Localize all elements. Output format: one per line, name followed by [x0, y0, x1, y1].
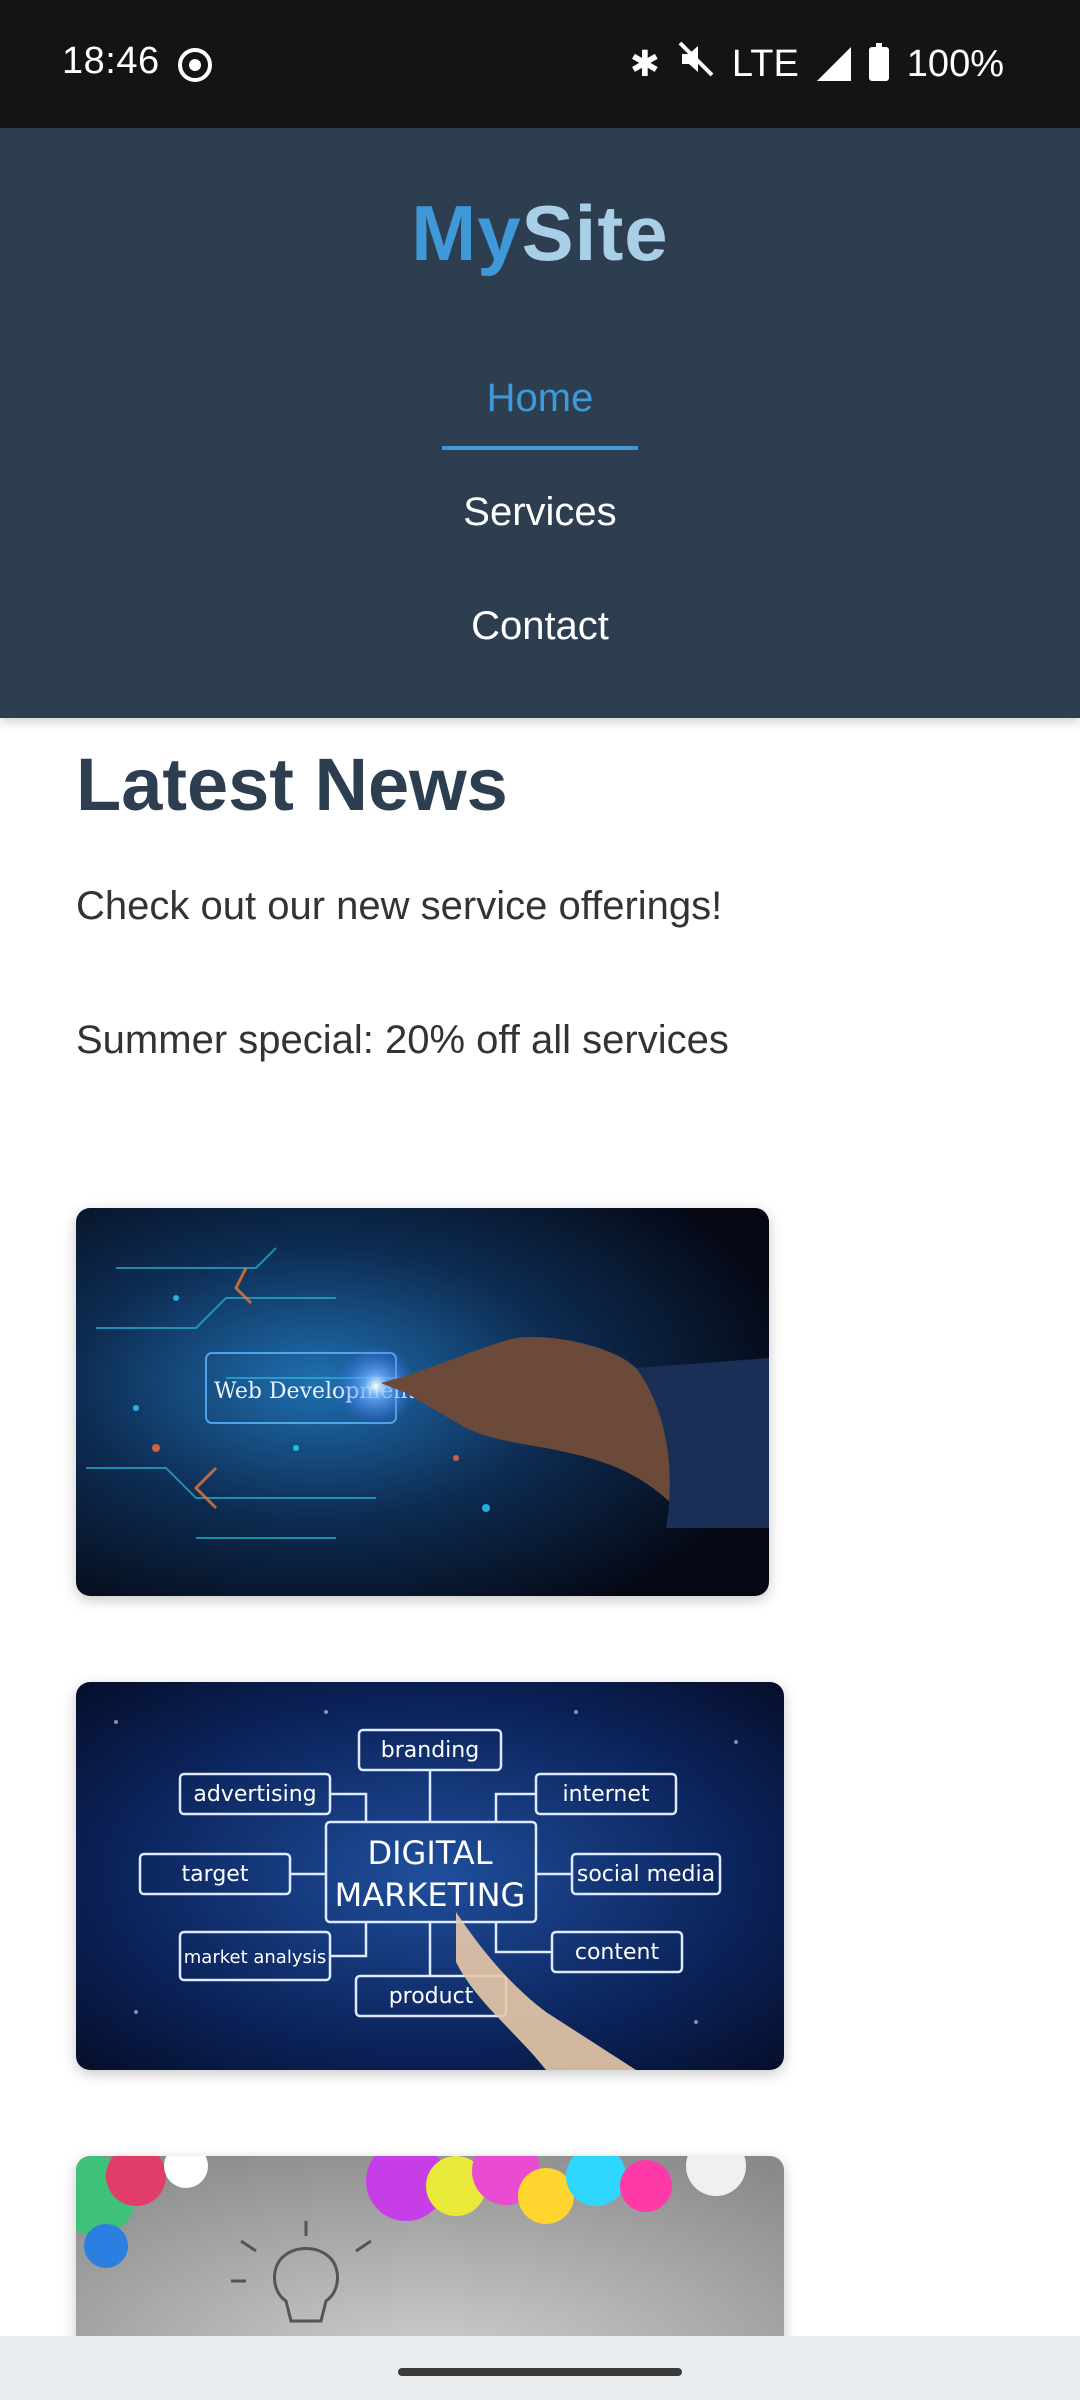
screen-record-icon	[178, 48, 212, 82]
logo-part-site: Site	[521, 189, 669, 277]
status-icons: ✱ LTE 100%	[630, 36, 1004, 92]
tag-branding: branding	[381, 1738, 479, 1763]
status-time: 18:46	[62, 40, 160, 82]
news-item: Summer special: 20% off all services	[76, 1018, 729, 1062]
digital-marketing-image: DIGITAL MARKETING branding advertising i…	[76, 1682, 784, 2070]
home-gesture-handle[interactable]	[398, 2368, 682, 2376]
nav-home[interactable]: Home	[0, 376, 1080, 421]
site-logo[interactable]: MySite	[0, 188, 1080, 279]
tag-social-media: social media	[577, 1862, 715, 1887]
tag-advertising: advertising	[193, 1782, 316, 1807]
logo-part-my: My	[411, 189, 522, 277]
news-item: Check out our new service offerings!	[76, 884, 723, 928]
marketing-title-1: DIGITAL	[367, 1834, 492, 1872]
tag-internet: internet	[563, 1782, 650, 1807]
bluetooth-icon: ✱	[629, 43, 660, 84]
tag-product: product	[389, 1984, 474, 2009]
battery-icon	[868, 43, 889, 81]
tag-content: content	[575, 1940, 660, 1965]
status-bar: 18:46 ✱ LTE 100%	[0, 0, 1080, 128]
nav-contact[interactable]: Contact	[0, 604, 1080, 649]
nav-active-indicator	[442, 446, 638, 450]
mute-icon	[678, 41, 714, 87]
marketing-title-2: MARKETING	[335, 1876, 526, 1914]
tag-market-analysis: market analysis	[184, 1947, 326, 1968]
system-navigation-bar	[0, 2336, 1080, 2400]
network-label: LTE	[731, 42, 799, 85]
tag-target: target	[182, 1862, 249, 1887]
page-heading: Latest News	[76, 743, 508, 826]
web-development-image: Web Development	[76, 1208, 769, 1596]
site-header: MySite Home Services Contact	[0, 128, 1080, 718]
battery-percent: 100%	[906, 42, 1004, 85]
nav-services[interactable]: Services	[0, 490, 1080, 535]
signal-icon	[816, 47, 851, 81]
